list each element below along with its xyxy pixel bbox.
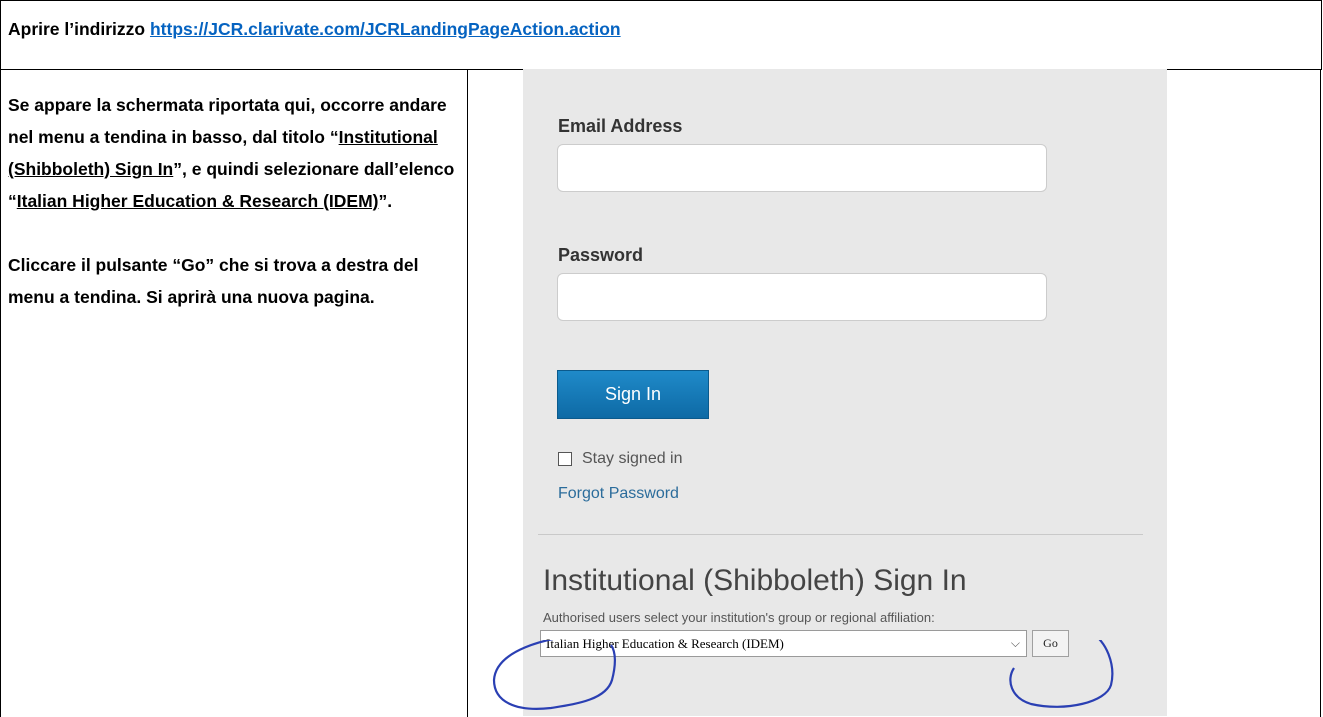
header-cell: Aprire l’indirizzo https://JCR.clarivate… xyxy=(0,0,1322,70)
sign-in-button[interactable]: Sign In xyxy=(557,370,709,419)
instruction-paragraph-2: Cliccare il pulsante “Go” che si trova a… xyxy=(8,255,419,307)
go-button[interactable]: Go xyxy=(1032,630,1069,657)
login-panel-screenshot: Email Address Password Sign In Stay sign… xyxy=(523,69,1167,716)
jcr-link[interactable]: https://JCR.clarivate.com/JCRLandingPage… xyxy=(150,19,621,39)
email-field[interactable] xyxy=(557,144,1047,192)
stay-signed-in-row[interactable]: Stay signed in xyxy=(558,450,683,468)
federation-select[interactable]: Italian Higher Education & Research (IDE… xyxy=(540,630,1027,657)
header-prefix: Aprire l’indirizzo xyxy=(8,19,150,39)
shibboleth-description: Authorised users select your institution… xyxy=(543,610,935,625)
stay-signed-in-label: Stay signed in xyxy=(582,450,683,467)
checkbox-icon[interactable] xyxy=(558,452,572,466)
password-label: Password xyxy=(558,245,644,265)
instruction-idem: Italian Higher Education & Research (IDE… xyxy=(16,191,379,211)
instructions-text: Se appare la schermata riportata qui, oc… xyxy=(8,89,464,313)
instructions-cell: Se appare la schermata riportata qui, oc… xyxy=(0,69,468,717)
divider xyxy=(538,534,1143,535)
email-label: Email Address xyxy=(558,116,683,136)
shibboleth-title: Institutional (Shibboleth) Sign In xyxy=(543,564,967,597)
chevron-down-icon[interactable]: ⌵ xyxy=(1011,631,1020,656)
forgot-password-link[interactable]: Forgot Password xyxy=(558,485,679,503)
federation-selected-value: Italian Higher Education & Research (IDE… xyxy=(546,636,784,651)
password-field[interactable] xyxy=(557,273,1047,321)
header-line: Aprire l’indirizzo https://JCR.clarivate… xyxy=(8,19,621,40)
instruction-paragraph-1: Se appare la schermata riportata qui, oc… xyxy=(8,89,464,217)
instruction-text-1c: ”. xyxy=(378,191,393,211)
